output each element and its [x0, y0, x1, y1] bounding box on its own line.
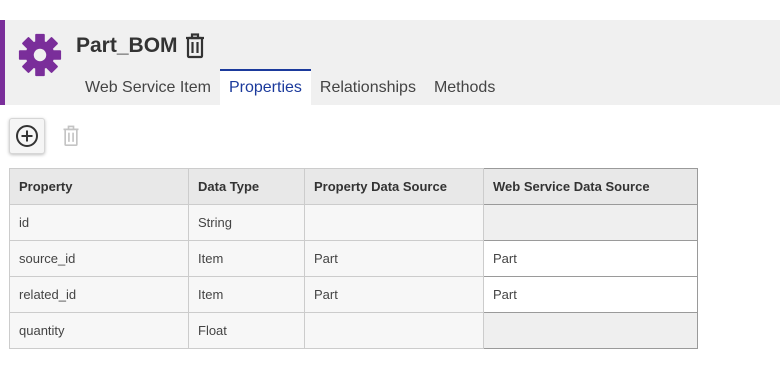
- delete-property-button[interactable]: [53, 118, 89, 154]
- cell-web-service-data-source[interactable]: [483, 312, 698, 349]
- add-property-button[interactable]: [9, 118, 45, 154]
- cell-web-service-data-source[interactable]: Part: [483, 240, 698, 277]
- cell-web-service-data-source[interactable]: Part: [483, 276, 698, 313]
- cell-property-data-source[interactable]: [304, 312, 484, 349]
- cell-property[interactable]: id: [9, 204, 189, 241]
- gear-icon: [18, 33, 62, 77]
- cell-data-type[interactable]: Item: [188, 276, 305, 313]
- column-header-property[interactable]: Property: [9, 168, 189, 205]
- cell-property-data-source[interactable]: Part: [304, 240, 484, 277]
- table-row[interactable]: quantity Float: [9, 312, 698, 349]
- properties-grid: Property Data Type Property Data Source …: [9, 168, 698, 349]
- cell-data-type[interactable]: Float: [188, 312, 305, 349]
- table-row[interactable]: source_id Item Part Part: [9, 240, 698, 277]
- item-header: Part_BOM Web Service Item Properties Rel…: [0, 20, 780, 105]
- cell-data-type[interactable]: String: [188, 204, 305, 241]
- table-row[interactable]: related_id Item Part Part: [9, 276, 698, 313]
- tab-web-service-item[interactable]: Web Service Item: [76, 69, 220, 105]
- cell-web-service-data-source[interactable]: [483, 204, 698, 241]
- cell-property-data-source[interactable]: [304, 204, 484, 241]
- column-header-property-data-source[interactable]: Property Data Source: [304, 168, 484, 205]
- column-header-data-type[interactable]: Data Type: [188, 168, 305, 205]
- cell-property[interactable]: quantity: [9, 312, 189, 349]
- trash-icon: [63, 125, 79, 146]
- tab-methods[interactable]: Methods: [425, 69, 504, 105]
- cell-property[interactable]: source_id: [9, 240, 189, 277]
- cell-data-type[interactable]: Item: [188, 240, 305, 277]
- grid-toolbar: [9, 118, 89, 154]
- column-header-web-service-data-source[interactable]: Web Service Data Source: [483, 168, 698, 205]
- cell-property[interactable]: related_id: [9, 276, 189, 313]
- delete-item-trash-icon[interactable]: [183, 33, 207, 59]
- grid-header-row: Property Data Type Property Data Source …: [9, 168, 698, 205]
- item-title: Part_BOM: [76, 34, 178, 57]
- tab-properties[interactable]: Properties: [219, 69, 311, 105]
- tab-bar: Web Service Item Properties Relationship…: [76, 69, 504, 105]
- plus-circle-icon: [16, 125, 38, 147]
- table-row[interactable]: id String: [9, 204, 698, 241]
- cell-property-data-source[interactable]: Part: [304, 276, 484, 313]
- tab-relationships[interactable]: Relationships: [311, 69, 425, 105]
